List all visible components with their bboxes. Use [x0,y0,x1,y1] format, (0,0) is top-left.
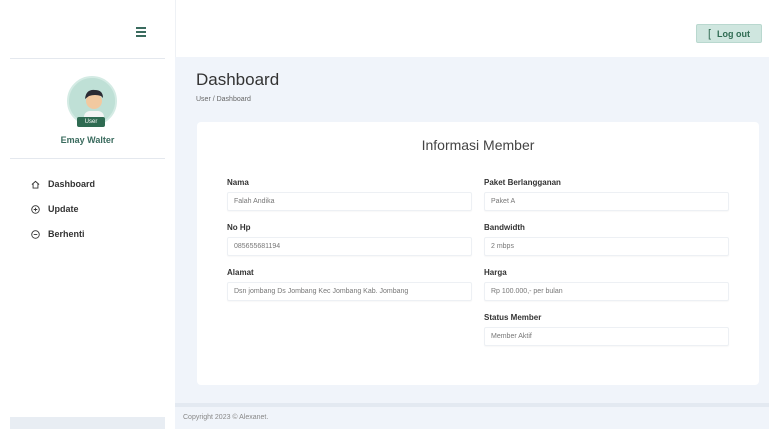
plus-circle-icon [30,204,40,214]
field-nama: Nama Falah Andika [227,178,472,211]
card-title: Informasi Member [421,137,535,153]
sidebar-item-dashboard[interactable]: Dashboard [30,178,95,190]
user-name: Emay Walter [60,135,115,145]
breadcrumb: User / Dashboard [196,96,251,103]
user-role-badge: User [77,117,105,127]
sidebar-footer [10,417,165,429]
field-label: Nama [227,178,249,187]
minus-circle-icon [30,229,40,239]
main-content: [ Log out Dashboard User / Dashboard Inf… [175,0,769,429]
divider [10,58,165,59]
nama-field[interactable]: Falah Andika [227,192,472,211]
sidebar: User Emay Walter Dashboard Update Berhen… [0,0,175,429]
field-label: Alamat [227,268,254,277]
field-label: No Hp [227,223,251,232]
logout-button[interactable]: [ Log out [696,24,762,43]
paket-field[interactable]: Paket A [484,192,729,211]
field-harga: Harga Rp 100.000,- per bulan [484,268,729,301]
sidebar-item-update[interactable]: Update [30,203,95,215]
no-hp-field[interactable]: 085655681194 [227,237,472,256]
divider [10,158,165,159]
member-info-card: Informasi Member Nama Falah Andika No Hp… [197,122,759,385]
home-icon [30,179,40,189]
field-label: Status Member [484,313,542,322]
footer-divider [175,403,769,407]
field-alamat: Alamat Dsn jombang Ds Jombang Kec Jomban… [227,268,472,301]
sidebar-nav: Dashboard Update Berhenti [30,178,95,253]
sidebar-item-label: Dashboard [48,179,96,189]
sidebar-item-label: Berhenti [48,229,85,239]
logout-label: Log out [717,28,751,39]
topbar: [ Log out [175,0,769,57]
page-title: Dashboard [196,70,280,89]
alamat-field[interactable]: Dsn jombang Ds Jombang Kec Jombang Kab. … [227,282,472,301]
field-label: Harga [484,268,507,277]
logout-icon: [ [707,27,712,40]
field-no-hp: No Hp 085655681194 [227,223,472,256]
status-field[interactable]: Member Aktif [484,327,729,346]
field-label: Paket Berlangganan [484,178,561,187]
sidebar-item-berhenti[interactable]: Berhenti [30,228,95,240]
field-label: Bandwidth [484,223,525,232]
harga-field[interactable]: Rp 100.000,- per bulan [484,282,729,301]
field-status: Status Member Member Aktif [484,313,729,346]
sidebar-item-label: Update [48,204,79,214]
field-paket: Paket Berlangganan Paket A [484,178,729,211]
sidebar-toggle-icon[interactable] [136,27,146,37]
footer: Copyright 2023 © Alexanet. [183,414,269,421]
bandwidth-field[interactable]: 2 mbps [484,237,729,256]
field-bandwidth: Bandwidth 2 mbps [484,223,729,256]
